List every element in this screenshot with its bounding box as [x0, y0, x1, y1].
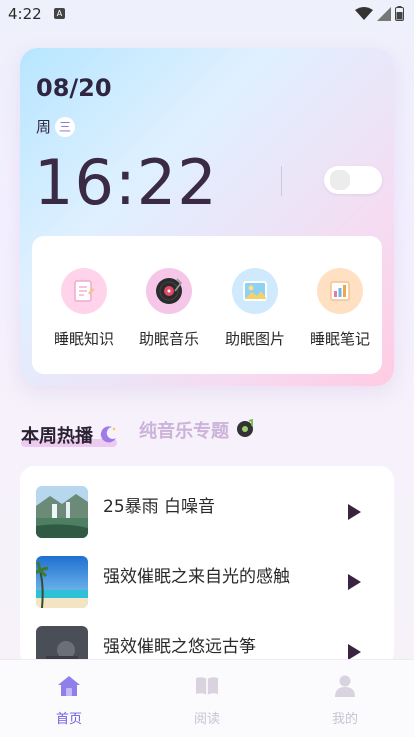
list-item[interactable]: 25暴雨 白噪音 [20, 486, 394, 546]
wifi-icon [355, 6, 373, 20]
tool-sleep-knowledge[interactable]: 睡眠知识 [41, 268, 127, 349]
track-title: 强效催眠之悠远古筝 [103, 637, 256, 657]
signal-icon [377, 6, 391, 21]
waterfall-thumb [36, 486, 88, 538]
tab-label: 本周热播 [21, 426, 93, 447]
track-title: 25暴雨 白噪音 [103, 497, 216, 517]
home-icon [58, 676, 80, 696]
toggle-knob [330, 170, 350, 190]
tool-sleep-pictures[interactable]: 助眠图片 [212, 268, 298, 349]
status-bar: 4:22 A [0, 0, 414, 30]
notification-a-icon: A [54, 8, 65, 19]
moon-icon [101, 426, 117, 443]
tool-sleep-music[interactable]: 助眠音乐 [126, 268, 212, 349]
status-icons [355, 6, 404, 21]
weekday: 周 三 [36, 116, 76, 137]
music-disc-icon [237, 418, 254, 437]
nav-home[interactable]: 首页 [29, 674, 109, 727]
nav-label: 阅读 [193, 712, 220, 727]
nav-label: 首页 [55, 712, 82, 727]
weekday-prefix: 周 [36, 118, 52, 136]
tab-label: 纯音乐专题 [139, 421, 229, 442]
sleep-tools-panel: 睡眠知识 助眠音乐 助眠图片 睡眠笔记 [32, 236, 382, 374]
tool-label: 助眠图片 [224, 330, 285, 348]
tool-label: 睡眠笔记 [309, 330, 370, 348]
clock-card: 08/20 周 三 16:22 睡眠知识 助眠音乐 助眠图片 睡眠笔记 [20, 48, 394, 386]
bottom-nav: 首页 阅读 我的 [0, 659, 414, 737]
nav-reading[interactable]: 阅读 [167, 674, 247, 727]
vinyl-record-icon [146, 268, 192, 314]
play-icon[interactable] [348, 644, 361, 660]
nav-mine[interactable]: 我的 [305, 674, 385, 727]
tab-pure-music[interactable]: 纯音乐专题 [139, 417, 255, 443]
track-title: 强效催眠之来自光的感触 [103, 567, 290, 587]
section-tabs: 本周热播 纯音乐专题 [21, 412, 401, 452]
status-time: 4:22 [8, 5, 42, 23]
notepad-icon [61, 268, 107, 314]
tool-sleep-notes[interactable]: 睡眠笔记 [297, 268, 383, 349]
battery-icon [395, 6, 404, 21]
divider [281, 166, 282, 196]
list-item[interactable]: 强效催眠之来自光的感触 [20, 556, 394, 616]
picture-icon [232, 268, 278, 314]
beach-thumb [36, 556, 88, 608]
tool-label: 睡眠知识 [53, 330, 114, 348]
notebook-icon [317, 268, 363, 314]
play-icon[interactable] [348, 574, 361, 590]
nav-label: 我的 [331, 712, 358, 727]
clock-time: 16:22 [34, 146, 218, 219]
play-icon[interactable] [348, 504, 361, 520]
date-text: 08/20 [36, 74, 112, 102]
profile-icon [335, 675, 355, 697]
book-icon [196, 677, 218, 695]
tab-weekly-hot[interactable]: 本周热播 [21, 422, 119, 448]
playlist: 25暴雨 白噪音 强效催眠之来自光的感触 强效催眠之悠远古筝 [20, 466, 394, 666]
clock-toggle[interactable] [324, 166, 382, 194]
tool-label: 助眠音乐 [138, 330, 199, 348]
weekday-badge: 三 [55, 116, 76, 137]
